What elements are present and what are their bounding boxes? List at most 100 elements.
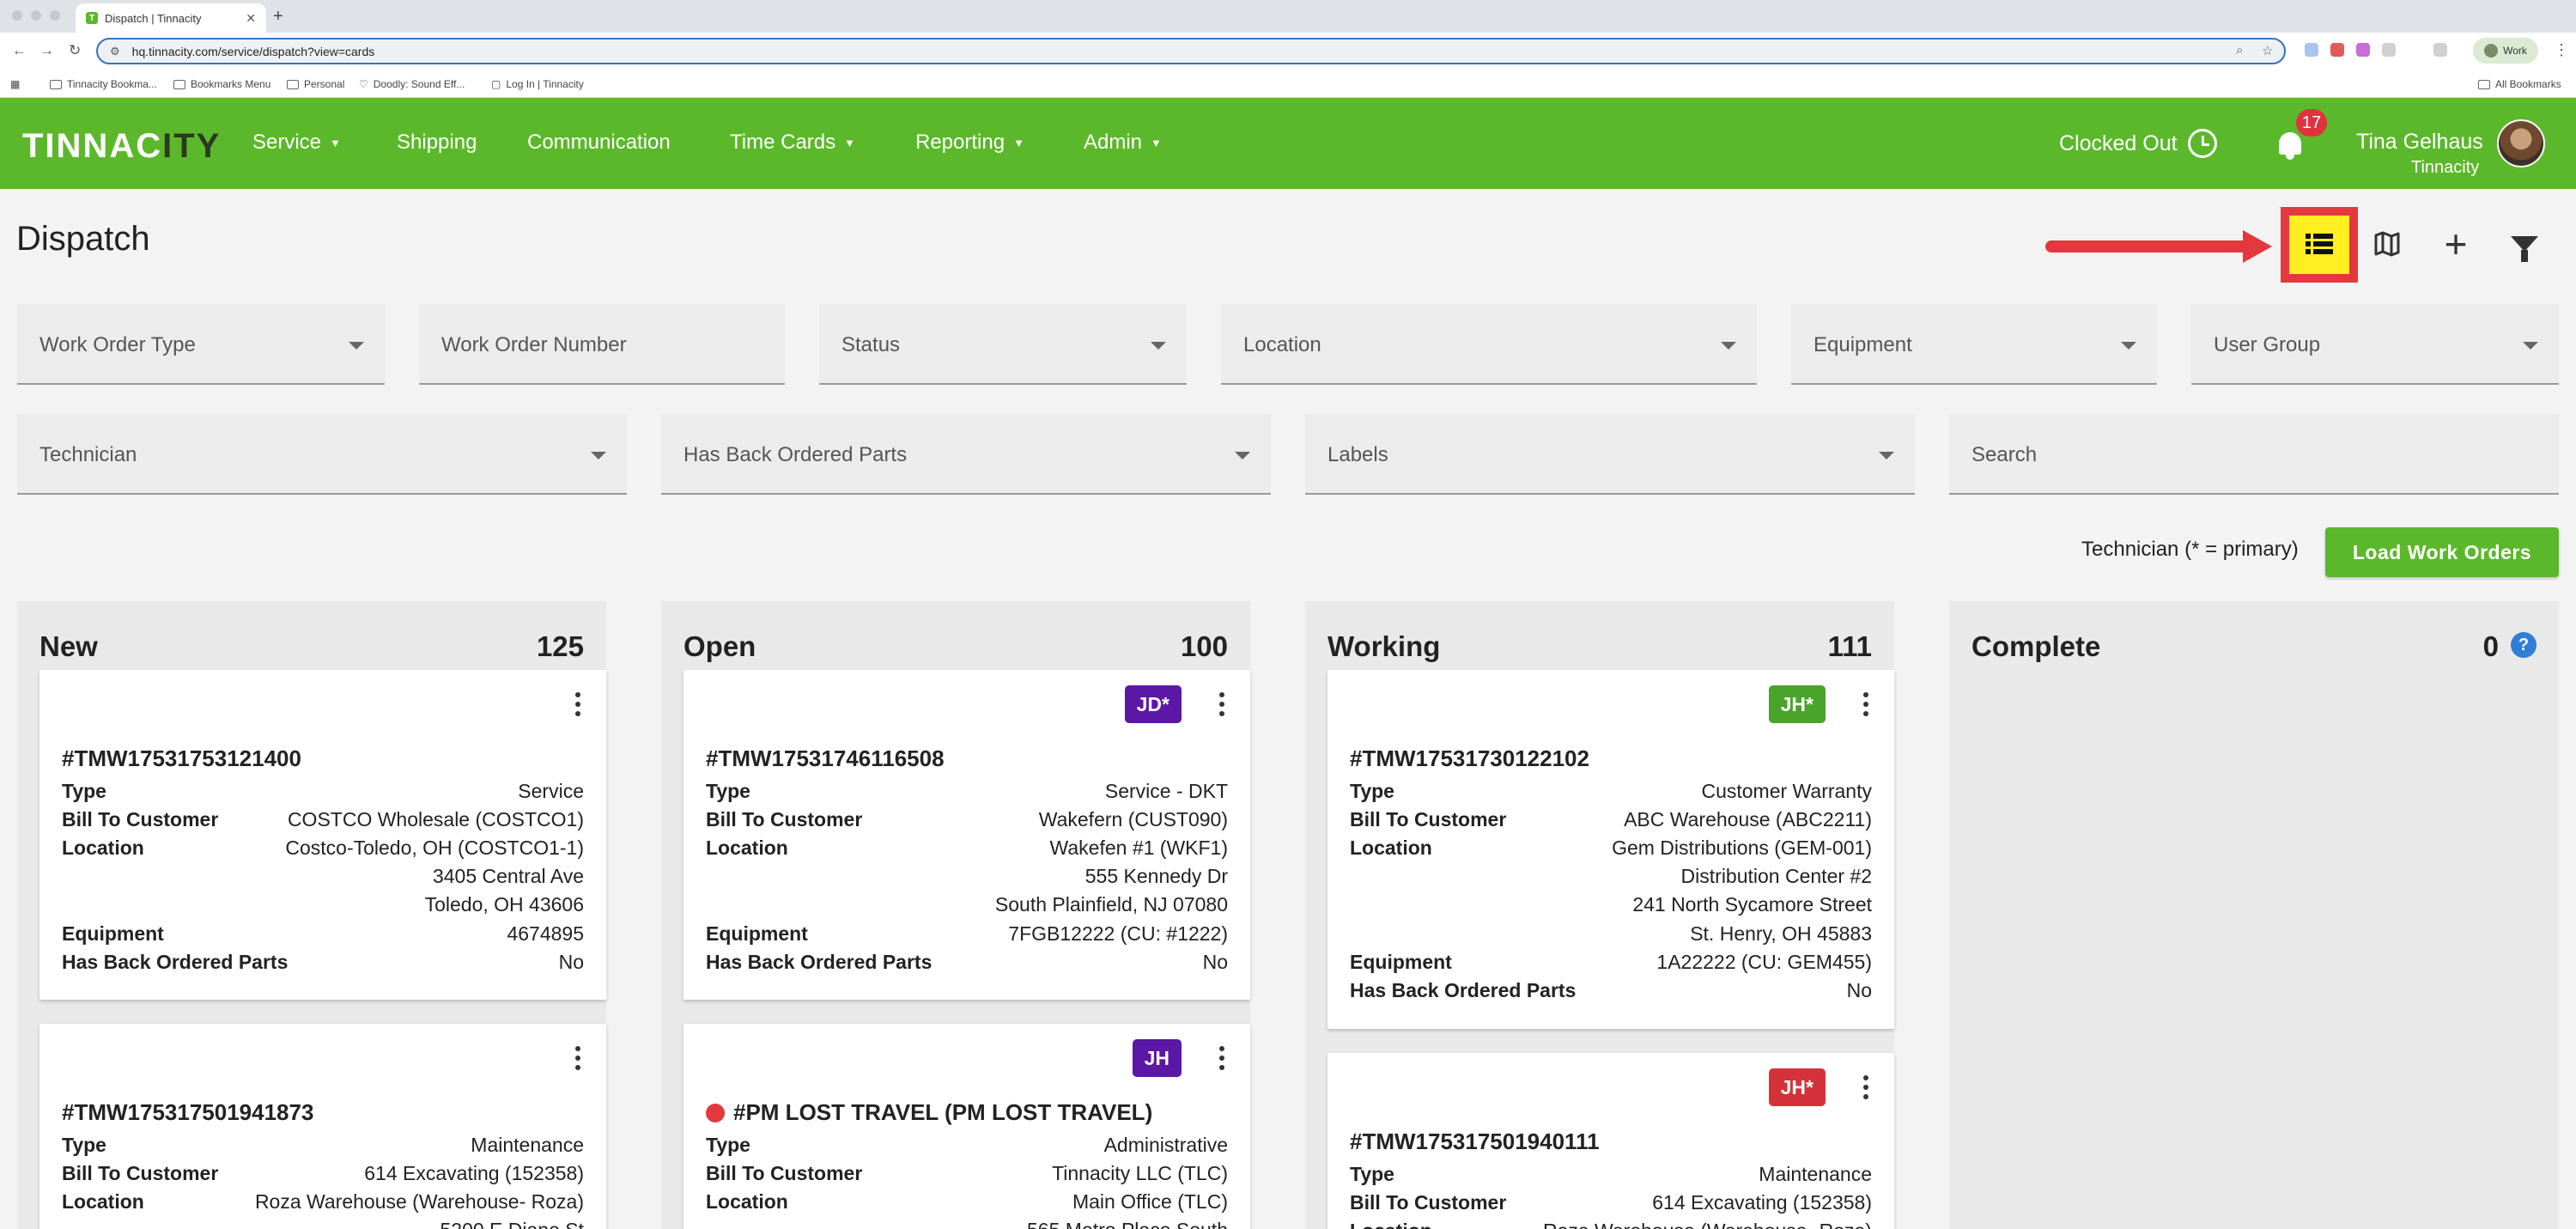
all-bookmarks[interactable]: All Bookmarks bbox=[2478, 78, 2561, 90]
card-menu-icon[interactable] bbox=[1863, 692, 1868, 716]
work-order-card[interactable]: JH* #TMW17531730122102 Type Customer War… bbox=[1327, 670, 1894, 1029]
pdf-extension-icon[interactable] bbox=[2330, 43, 2344, 57]
priority-dot-icon bbox=[706, 1103, 725, 1123]
nav-admin[interactable]: Admin ▼ bbox=[1084, 131, 1162, 155]
nav-reporting[interactable]: Reporting ▼ bbox=[915, 131, 1024, 155]
work-order-type-select[interactable]: Work Order Type bbox=[17, 304, 385, 385]
user-avatar[interactable] bbox=[2497, 119, 2545, 167]
labels-select[interactable]: Labels bbox=[1305, 414, 1915, 495]
caret-down-icon: ▼ bbox=[330, 136, 341, 149]
technician-tag[interactable]: JH* bbox=[1768, 1068, 1826, 1106]
type-label: Type bbox=[706, 780, 750, 802]
extension-icon[interactable] bbox=[2305, 43, 2318, 57]
add-work-order-button[interactable]: + bbox=[2437, 224, 2475, 264]
window-close-dot[interactable] bbox=[12, 10, 22, 21]
bill-to-label: Bill To Customer bbox=[1350, 1191, 1507, 1214]
bill-to-value: 614 Excavating (152358) bbox=[1652, 1191, 1872, 1214]
card-menu-icon[interactable] bbox=[575, 1046, 580, 1070]
dropdown-arrow-icon bbox=[349, 342, 364, 350]
site-info-icon[interactable]: ⚙ bbox=[110, 45, 120, 58]
card-menu-icon[interactable] bbox=[1219, 692, 1224, 716]
bookmark-star-icon[interactable]: ☆ bbox=[2262, 43, 2273, 58]
bookmark-item[interactable]: Tinnacity Bookma... bbox=[50, 78, 157, 90]
column-title: New bbox=[39, 630, 98, 662]
profile-chip[interactable]: Work bbox=[2473, 38, 2538, 64]
work-order-card[interactable]: JH* #TMW175317501940111 Type Maintenance… bbox=[1327, 1053, 1894, 1229]
extensions-puzzle-icon[interactable] bbox=[2382, 43, 2396, 57]
column-count: 0 bbox=[2482, 630, 2499, 662]
card-menu-icon[interactable] bbox=[1863, 1075, 1868, 1099]
card-menu-icon[interactable] bbox=[575, 692, 580, 716]
notifications-bell-icon[interactable] bbox=[2275, 131, 2305, 161]
tinnacity-logo[interactable]: TINNACITY bbox=[22, 127, 221, 166]
bookmarks-bar: ▦ Tinnacity Bookma... Bookmarks Menu Per… bbox=[0, 70, 2576, 98]
work-order-card[interactable]: #TMW17531753121400 Type Service Bill To … bbox=[39, 670, 606, 1000]
load-work-orders-button[interactable]: Load Work Orders bbox=[2325, 527, 2559, 577]
technician-tag[interactable]: JH bbox=[1132, 1039, 1182, 1077]
zoom-icon[interactable]: ⌕ bbox=[2236, 43, 2243, 58]
filter-button[interactable] bbox=[2506, 225, 2543, 263]
card-menu-icon[interactable] bbox=[1219, 1046, 1224, 1070]
location-value: Roza Warehouse (Warehouse- Roza) bbox=[254, 1190, 584, 1213]
work-order-number-input[interactable]: Work Order Number bbox=[419, 304, 785, 385]
type-label: Type bbox=[62, 1134, 106, 1156]
work-order-number[interactable]: #TMW17531746116508 bbox=[706, 745, 945, 772]
window-minimize-dot[interactable] bbox=[31, 10, 41, 21]
dropdown-arrow-icon bbox=[1879, 452, 1894, 459]
equipment-select[interactable]: Equipment bbox=[1791, 304, 2157, 385]
bookmark-item[interactable]: Personal bbox=[287, 78, 344, 90]
location-label: Location bbox=[62, 1190, 144, 1213]
bill-to-label: Bill To Customer bbox=[706, 1162, 863, 1184]
location-select[interactable]: Location bbox=[1221, 304, 1757, 385]
work-order-number[interactable]: #TMW17531730122102 bbox=[1350, 745, 1589, 772]
profile-avatar bbox=[2484, 44, 2499, 58]
type-label: Type bbox=[1350, 1163, 1394, 1185]
column-title: Working bbox=[1327, 630, 1441, 662]
bill-to-value: Tinnacity LLC (TLC) bbox=[1052, 1162, 1228, 1184]
browser-tab-strip: T Dispatch | Tinnacity ✕ + bbox=[0, 0, 2576, 33]
bookmark-item[interactable]: Bookmarks Menu bbox=[173, 78, 270, 90]
column-count: 111 bbox=[1827, 630, 1872, 662]
location-label: Location bbox=[1350, 1220, 1432, 1229]
nav-shipping[interactable]: Shipping bbox=[397, 131, 477, 155]
list-view-button[interactable] bbox=[2289, 216, 2349, 274]
technician-select[interactable]: Technician bbox=[17, 414, 627, 495]
back-ordered-parts-select[interactable]: Has Back Ordered Parts bbox=[661, 414, 1271, 495]
bookmark-item[interactable]: ▢ Log In | Tinnacity bbox=[491, 78, 584, 90]
search-input[interactable]: Search bbox=[1949, 414, 2559, 495]
extension-icon[interactable] bbox=[2356, 43, 2370, 57]
work-order-card[interactable]: JH #PM LOST TRAVEL (PM LOST TRAVEL) Type… bbox=[683, 1024, 1250, 1229]
clock-status-button[interactable]: Clocked Out bbox=[2059, 129, 2217, 158]
forward-icon[interactable]: → bbox=[39, 42, 54, 59]
dropdown-arrow-icon bbox=[1721, 342, 1736, 350]
tinnacity-favicon-icon: T bbox=[86, 12, 98, 24]
address-bar[interactable]: ⚙ hq.tinnacity.com/service/dispatch?view… bbox=[96, 38, 2286, 64]
work-order-number[interactable]: #TMW17531753121400 bbox=[62, 745, 301, 772]
new-tab-icon[interactable]: + bbox=[273, 7, 283, 27]
nav-service[interactable]: Service ▼ bbox=[252, 131, 341, 155]
sidebar-icon[interactable] bbox=[2433, 43, 2447, 57]
nav-time-cards[interactable]: Time Cards ▼ bbox=[730, 131, 855, 155]
status-select[interactable]: Status bbox=[819, 304, 1187, 385]
browser-tab-active[interactable]: T Dispatch | Tinnacity ✕ bbox=[76, 3, 266, 33]
reload-icon[interactable]: ↻ bbox=[69, 42, 81, 59]
work-order-number[interactable]: #TMW175317501941873 bbox=[62, 1099, 313, 1126]
apps-grid-icon[interactable]: ▦ bbox=[10, 78, 20, 90]
window-maximize-dot[interactable] bbox=[50, 10, 60, 21]
back-icon[interactable]: ← bbox=[12, 42, 27, 59]
map-view-button[interactable] bbox=[2368, 225, 2406, 263]
technician-tag[interactable]: JH* bbox=[1768, 685, 1826, 723]
technician-tag[interactable]: JD* bbox=[1124, 685, 1182, 723]
close-tab-icon[interactable]: ✕ bbox=[246, 11, 256, 26]
work-order-number[interactable]: #TMW175317501940111 bbox=[1350, 1129, 1600, 1155]
dropdown-arrow-icon bbox=[1235, 452, 1250, 459]
work-order-number[interactable]: #PM LOST TRAVEL (PM LOST TRAVEL) bbox=[706, 1099, 1152, 1126]
work-order-card[interactable]: #TMW175317501941873 Type Maintenance Bil… bbox=[39, 1024, 606, 1229]
nav-communication[interactable]: Communication bbox=[527, 131, 671, 155]
user-group-select[interactable]: User Group bbox=[2191, 304, 2559, 385]
help-icon[interactable]: ? bbox=[2511, 632, 2537, 658]
work-order-card[interactable]: JD* #TMW17531746116508 Type Service - DK… bbox=[683, 670, 1250, 1000]
browser-menu-icon[interactable]: ⋮ bbox=[2554, 41, 2569, 59]
user-name[interactable]: Tina Gelhaus bbox=[2356, 130, 2483, 155]
bookmark-item[interactable]: ♡ Doodly: Sound Eff... bbox=[359, 78, 465, 90]
